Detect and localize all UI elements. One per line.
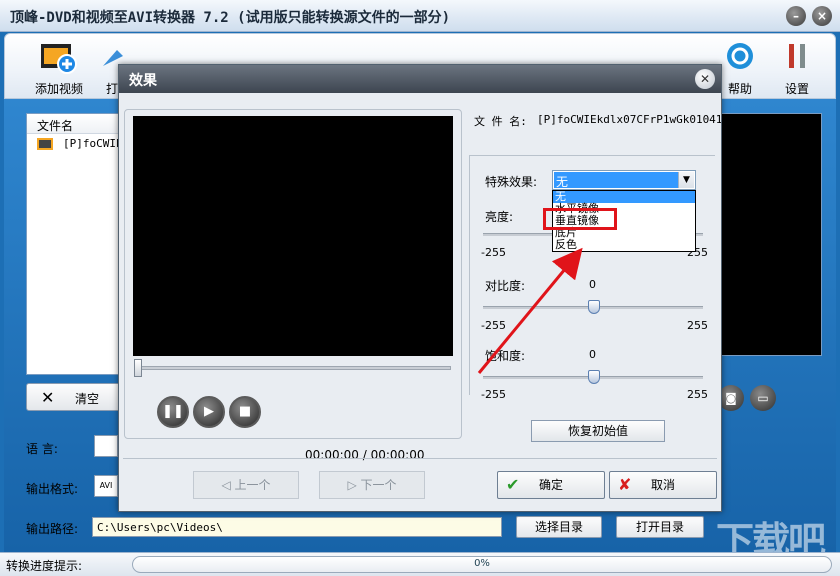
contrast-min: -255 [481, 319, 506, 332]
effects-dialog: 效果 ✕ ❚❚ ▶ ■ 00:00:00 / 00:00:00 文 件 名: [… [118, 64, 722, 512]
saturation-label: 饱和度: [485, 349, 526, 363]
chevron-down-icon[interactable]: ▼ [678, 172, 694, 188]
settings-label: 设置 [784, 82, 809, 96]
filename-value: [P]foCWIEkdlx07CFrP1wGk01041200 [537, 113, 721, 126]
dialog-titlebar: 效果 ✕ [119, 65, 721, 93]
highlight-box [543, 208, 617, 230]
clear-label: 清空 [75, 392, 100, 406]
ok-button[interactable]: ✔ 确定 [497, 471, 605, 499]
file-list-item[interactable]: [P]foCWIE [27, 137, 125, 155]
minimize-button[interactable]: – [786, 6, 806, 26]
seek-bar[interactable] [134, 359, 451, 377]
settings-button[interactable]: 设置 [769, 40, 825, 96]
output-path-label: 输出路径: [26, 522, 79, 536]
chevron-left-icon: ◁ [221, 478, 235, 492]
x-icon: ✘ [618, 475, 632, 494]
contrast-label: 对比度: [485, 279, 526, 293]
file-name: [P]foCWIE [63, 137, 123, 150]
output-path-field[interactable]: C:\Users\pc\Videos\ [92, 517, 502, 537]
close-button[interactable]: × [812, 6, 832, 26]
brightness-label: 亮度: [485, 210, 514, 224]
output-format-label: 输出格式: [26, 482, 79, 496]
cancel-button[interactable]: ✘ 取消 [609, 471, 717, 499]
contrast-slider[interactable] [483, 300, 703, 314]
contrast-value: 0 [589, 278, 596, 291]
saturation-handle[interactable] [588, 370, 600, 384]
video-screen [133, 116, 453, 356]
status-label: 转换进度提示: [6, 559, 83, 573]
contrast-max: 255 [687, 319, 708, 332]
status-bar: 转换进度提示: 0% [0, 552, 840, 576]
next-label: 下一个 [360, 478, 397, 492]
x-icon: ✕ [41, 388, 55, 407]
saturation-slider[interactable] [483, 370, 703, 384]
dialog-title: 效果 [129, 73, 157, 89]
effect-option-invert[interactable]: 反色 [553, 239, 695, 251]
add-video-button[interactable]: 添加视频 [27, 40, 91, 96]
filename-label: 文 件 名: [474, 115, 527, 128]
file-list[interactable]: 文件名 [P]foCWIE [26, 113, 126, 375]
file-list-header: 文件名 [27, 114, 125, 134]
film-icon [37, 138, 53, 150]
preview-screen [718, 113, 822, 356]
cancel-label: 取消 [650, 478, 675, 492]
add-video-label: 添加视频 [34, 82, 83, 96]
saturation-max: 255 [687, 388, 708, 401]
video-player: ❚❚ ▶ ■ 00:00:00 / 00:00:00 [124, 109, 462, 462]
choose-dir-button[interactable]: 选择目录 [516, 516, 602, 538]
prev-label: 上一个 [234, 478, 271, 492]
pause-button[interactable]: ❚❚ [157, 396, 189, 428]
dialog-divider [123, 458, 717, 459]
effect-selected-value: 无 [554, 172, 678, 189]
prev-button[interactable]: ◁ 上一个 [193, 471, 299, 499]
saturation-value: 0 [589, 348, 596, 361]
film-add-icon [39, 40, 79, 74]
stop-button[interactable]: ■ [229, 396, 261, 428]
seek-handle[interactable] [134, 359, 142, 377]
window-title: 顶峰-DVD和视频至AVI转换器 7.2 (试用版只能转换源文件的一部分) [10, 10, 451, 26]
play-button[interactable]: ▶ [193, 396, 225, 428]
reset-button[interactable]: 恢复初始值 [531, 420, 665, 442]
language-label: 语 言: [26, 442, 58, 456]
help-icon [720, 40, 760, 74]
main-titlebar: 顶峰-DVD和视频至AVI转换器 7.2 (试用版只能转换源文件的一部分) – … [0, 0, 840, 32]
next-button[interactable]: ▷ 下一个 [319, 471, 425, 499]
clear-button[interactable]: ✕ 清空 [26, 383, 122, 411]
folder-button[interactable]: ▭ [750, 385, 776, 411]
effect-label: 特殊效果: [485, 175, 538, 189]
time-display: 00:00:00 / 00:00:00 [305, 448, 425, 462]
avi-format-icon[interactable]: AVI [94, 475, 118, 497]
open-dir-button[interactable]: 打开目录 [616, 516, 704, 538]
check-icon: ✔ [506, 475, 520, 494]
chevron-right-icon: ▷ [347, 478, 361, 492]
brightness-min: -255 [481, 246, 506, 259]
progress-text: 0% [474, 558, 490, 569]
progress-bar: 0% [132, 556, 832, 573]
tools-icon [777, 40, 817, 74]
contrast-handle[interactable] [588, 300, 600, 314]
saturation-min: -255 [481, 388, 506, 401]
ok-label: 确定 [538, 478, 563, 492]
dialog-close-button[interactable]: ✕ [695, 69, 715, 89]
language-select[interactable] [94, 435, 118, 457]
effect-select[interactable]: 无 ▼ [552, 170, 696, 190]
